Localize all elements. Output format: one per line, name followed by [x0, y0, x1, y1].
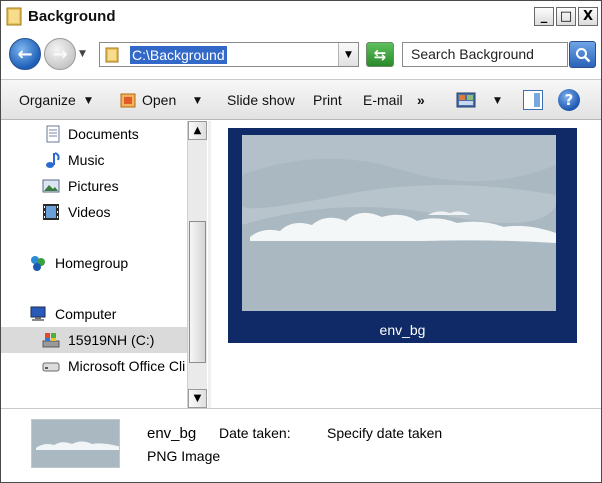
nav-item-label: 15919NH (C:) [68, 332, 155, 348]
folder-icon [105, 47, 119, 63]
refresh-icon: ⇆ [373, 45, 387, 64]
back-arrow-icon: ← [17, 43, 33, 65]
nav-item-label: Pictures [68, 178, 119, 194]
more-commands-button[interactable]: » [417, 92, 425, 108]
forward-arrow-icon: → [52, 43, 68, 65]
print-button[interactable]: Print [313, 92, 342, 108]
address-dropdown-button[interactable]: ▼ [338, 43, 358, 66]
scroll-down-button[interactable]: ▼ [188, 389, 207, 408]
nav-item-documents[interactable]: Documents [1, 121, 187, 147]
organize-button[interactable]: Organize [19, 92, 76, 108]
homegroup-icon [31, 256, 45, 271]
nav-item-videos[interactable]: Videos [1, 199, 187, 225]
search-icon [575, 47, 590, 62]
nav-item-music[interactable]: Music [1, 147, 187, 173]
file-item[interactable]: env_bg [228, 128, 577, 343]
slideshow-button[interactable]: Slide show [227, 92, 295, 108]
computer-icon [30, 306, 46, 321]
change-view-icon[interactable] [456, 91, 476, 109]
address-row: ← → ▼ C:\Background ▼ ⇆ Search Backgroun… [1, 32, 601, 76]
nav-item-label: Videos [68, 204, 111, 220]
clouds-image [32, 420, 119, 467]
nav-item-label: Documents [68, 126, 139, 142]
documents-icon [46, 125, 60, 143]
scroll-up-button[interactable]: ▲ [188, 121, 207, 140]
search-placeholder: Search Background [411, 46, 534, 62]
email-button[interactable]: E-mail [363, 92, 403, 108]
folder-icon [6, 7, 22, 26]
nav-item-label: Microsoft Office Cli [68, 358, 186, 374]
preview-pane-icon[interactable] [523, 90, 543, 110]
details-thumbnail [31, 419, 120, 468]
details-file-name: env_bg [147, 425, 197, 442]
navigation-scrollbar[interactable]: ▲ ▼ [187, 121, 207, 408]
details-pane: env_bg PNG Image Date taken: Specify dat… [1, 408, 601, 482]
image-thumbnail [242, 135, 556, 311]
recent-pages-dropdown[interactable]: ▼ [79, 49, 86, 59]
command-toolbar: Organize ▼ Open ▼ Slide show Print E-mai… [1, 79, 601, 120]
window-controls: _ □ X [534, 7, 598, 26]
title-bar: Background _ □ X [1, 1, 601, 32]
clouds-image [242, 135, 556, 311]
refresh-button[interactable]: ⇆ [366, 42, 394, 67]
file-list: env_bg [211, 121, 601, 408]
date-taken-field[interactable]: Specify date taken [327, 425, 442, 441]
nav-item-homegroup[interactable]: Homegroup [1, 250, 187, 276]
file-name-label: env_bg [379, 322, 426, 338]
drive-icon [42, 333, 60, 348]
open-icon [120, 93, 136, 108]
nav-item-drive-c[interactable]: 15919NH (C:) [1, 327, 187, 353]
organize-dropdown-icon: ▼ [85, 96, 92, 106]
help-icon[interactable]: ? [558, 89, 580, 111]
address-path[interactable]: C:\Background [130, 46, 227, 64]
explorer-window: Background _ □ X ← → ▼ C:\Background ▼ ⇆… [0, 0, 602, 483]
window-title: Background [28, 8, 116, 25]
address-bar[interactable]: C:\Background ▼ [99, 42, 359, 67]
videos-icon [43, 204, 59, 220]
nav-item-computer[interactable]: Computer [1, 301, 187, 327]
removable-drive-icon [42, 362, 60, 372]
nav-item-label: Homegroup [55, 255, 129, 271]
nav-item-label: Computer [55, 306, 117, 322]
nav-item-microsoft-office[interactable]: Microsoft Office Cli [1, 353, 187, 379]
maximize-button[interactable]: □ [556, 7, 576, 26]
forward-button[interactable]: → [44, 38, 76, 70]
open-dropdown-icon[interactable]: ▼ [194, 96, 201, 106]
back-button[interactable]: ← [9, 38, 41, 70]
pictures-icon [42, 179, 60, 193]
open-button[interactable]: Open [142, 92, 176, 108]
search-button[interactable] [569, 41, 596, 68]
date-taken-label: Date taken: [219, 425, 291, 441]
views-dropdown-icon[interactable]: ▼ [494, 96, 501, 106]
details-file-type: PNG Image [147, 448, 221, 464]
music-icon [46, 152, 60, 168]
close-button[interactable]: X [578, 7, 598, 26]
search-input[interactable]: Search Background [402, 42, 568, 67]
nav-item-label: Music [68, 152, 105, 168]
scroll-thumb[interactable] [189, 221, 206, 363]
minimize-button[interactable]: _ [534, 7, 554, 26]
navigation-pane: Documents Music Pictures Videos Homegrou… [1, 121, 187, 408]
nav-item-pictures[interactable]: Pictures [1, 173, 187, 199]
